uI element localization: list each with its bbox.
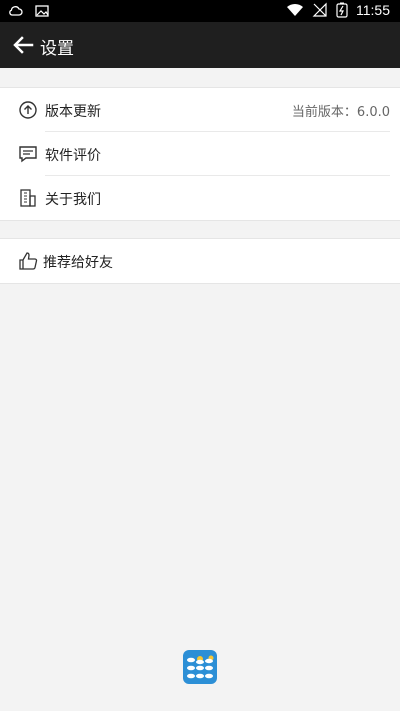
current-version-value: 当前版本：6.0.0 [291,105,390,120]
about-us-label: 关于我们 [45,192,101,208]
toolbar: 设置 [0,22,400,68]
version-update-label: 版本更新 [45,104,101,120]
settings-group-1: 版本更新 当前版本：6.0.0 软件评价 关于我们 [0,87,400,221]
status-bar: 11:55 [0,0,400,22]
no-signal-icon [312,2,327,17]
battery-charging-icon [336,2,348,18]
recommend-friends-item[interactable]: 推荐给好友 [0,239,400,283]
cloud-icon [9,6,23,16]
page-title: 设置 [40,39,74,59]
image-icon [35,5,49,17]
app-review-item[interactable]: 软件评价 [0,132,400,176]
recommend-friends-label: 推荐给好友 [43,255,113,271]
arrow-left-icon[interactable] [12,34,34,56]
comment-icon [19,146,37,163]
about-us-item[interactable]: 关于我们 [0,176,400,220]
wifi-icon [287,3,303,17]
version-update-item[interactable]: 版本更新 当前版本：6.0.0 [0,88,400,132]
status-time: 11:55 [356,2,390,18]
weather-app-icon [183,650,217,684]
app-review-label: 软件评价 [45,148,101,164]
upload-circle-icon [19,101,37,119]
building-icon [20,189,36,207]
thumb-up-icon [19,252,38,270]
settings-group-2: 推荐给好友 [0,238,400,284]
